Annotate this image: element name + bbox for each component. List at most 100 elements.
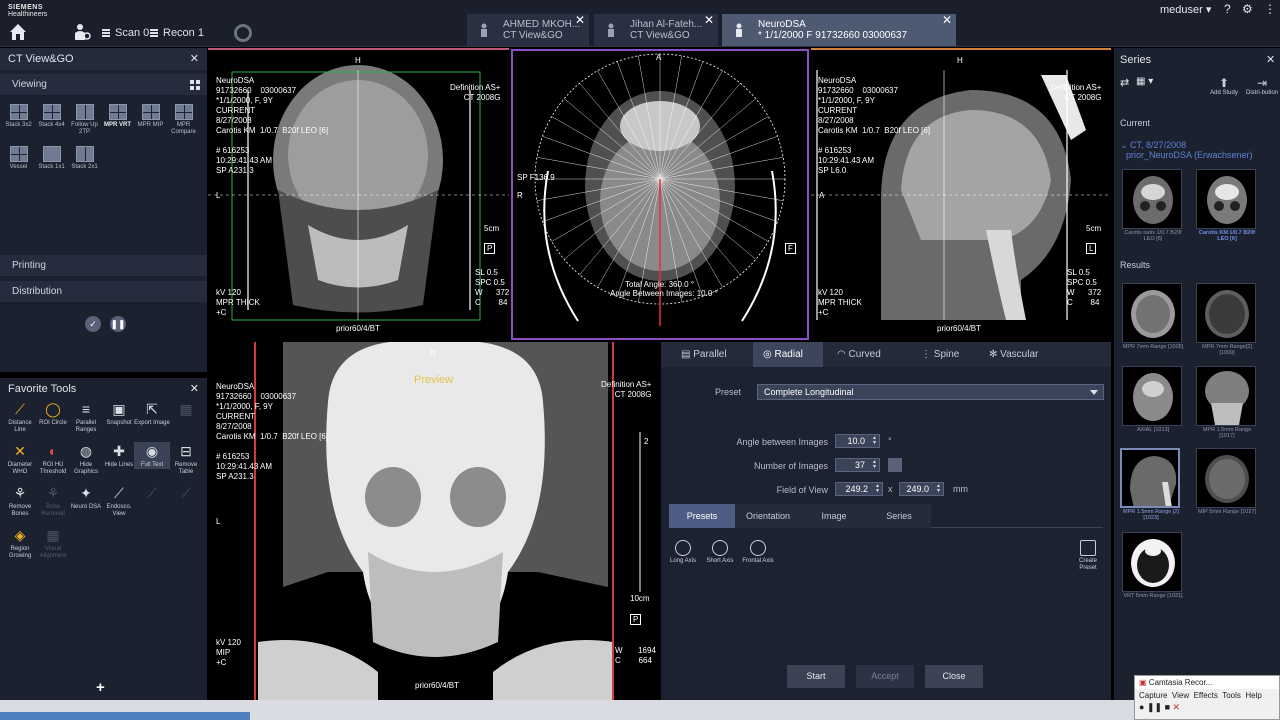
parallel-ranges-tool[interactable]: ≡ Parallel Ranges <box>68 400 104 434</box>
result-thumbnail[interactable]: MPR 7mm Range[2] [1009] <box>1196 283 1258 356</box>
pause-icon[interactable]: ❚❚ <box>1147 702 1162 712</box>
tab-presets[interactable]: Presets <box>669 504 735 528</box>
scan-button[interactable]: Scan 0 <box>102 27 149 39</box>
create-preset-button[interactable]: Create Preset <box>1071 540 1105 572</box>
close-icon[interactable]: ✕ <box>704 14 714 26</box>
tab-orientation[interactable]: Orientation <box>735 504 801 528</box>
layout-vessel[interactable]: Vessel <box>2 146 35 171</box>
stop-icon[interactable]: ■ <box>1165 702 1170 712</box>
patient-browser-icon[interactable] <box>72 22 92 42</box>
pause-icon[interactable]: ❚❚ <box>110 316 126 332</box>
add-tool-button[interactable]: + <box>96 679 105 696</box>
preset-long-axis[interactable]: Long Axis <box>666 540 700 565</box>
distance-line-tool[interactable]: ⟋ Distance Line <box>2 400 38 434</box>
viewport-coronal[interactable]: H L NeuroDSA 91732660 03000637 *1/1/2000… <box>208 48 509 340</box>
tab-radial[interactable]: ◎ Radial <box>753 342 823 367</box>
menu-view[interactable]: View <box>1172 691 1189 700</box>
close-icon[interactable]: ✕ <box>1266 53 1275 66</box>
roi-hu-threshold-tool[interactable]: ◐ ROI HU Threshold <box>35 442 71 476</box>
patient-tab-ahmed[interactable]: AHMED MKOH... CT View&GO ✕ <box>467 14 589 46</box>
result-thumbnail[interactable]: MPR 1.5mm Range [1017] <box>1196 366 1258 439</box>
viewport-axial[interactable]: A R SP F136.9 Total Angle: 360.0 ° Angle… <box>511 49 809 340</box>
layout-mpr-vrt[interactable]: MPR VRT <box>101 104 134 129</box>
view-mode-icon[interactable]: ▦ ▾ <box>1136 76 1153 87</box>
export-image-tool[interactable]: ⇱ Export Image <box>134 400 170 427</box>
tab-image[interactable]: Image <box>801 504 867 528</box>
result-thumbnail[interactable]: VRT 5mm Range [1031] <box>1122 532 1184 599</box>
help-icon[interactable]: ? <box>1224 2 1231 16</box>
layout-stack-4x4[interactable]: Stack 4x4 <box>35 104 68 129</box>
full-text-tool[interactable]: ◉ Full Text <box>134 442 170 469</box>
close-icon[interactable]: ✕ <box>942 14 952 26</box>
tab-vascular[interactable]: ✻ Vascular <box>989 342 1059 367</box>
hide-lines-tool[interactable]: ✚ Hide Lines <box>101 442 137 469</box>
layout-stack-2x1[interactable]: Stack 2x1 <box>68 146 101 171</box>
viewing-section[interactable]: Viewing <box>0 74 207 96</box>
home-icon[interactable] <box>8 22 28 42</box>
snapshot-tool[interactable]: ▣ Snapshot <box>101 400 137 427</box>
result-thumbnail[interactable]: MPR 7mm Range [1005] <box>1122 283 1184 350</box>
close-button[interactable]: Close <box>925 665 983 688</box>
remove-bones-tool[interactable]: ⚘ Remove Bones <box>2 484 38 518</box>
recorder-window[interactable]: ▣ Camtasia Recor... Capture View Effects… <box>1134 675 1280 720</box>
layout-mpr-mip[interactable]: MPR MIP <box>134 104 167 129</box>
layout-follow-up[interactable]: Follow Up 2TP <box>68 104 101 136</box>
menu-effects[interactable]: Effects <box>1194 691 1218 700</box>
orientation-cube[interactable]: L <box>1086 243 1097 254</box>
gear-icon[interactable]: ⚙ <box>1242 2 1253 16</box>
angle-stepper[interactable]: 10.0 ▲ ▼ <box>835 434 880 448</box>
patient-tab-jihan[interactable]: Jihan Al-Fateh... CT View&GO ✕ <box>594 14 718 46</box>
fov-x-stepper[interactable]: 249.2 ▲ ▼ <box>835 482 883 496</box>
endoscopic-view-tool[interactable]: ⟋ Endosco. View <box>101 484 137 518</box>
series-thumbnail[interactable]: Carotis nativ 1/0.7 B20f LEO [6] <box>1122 169 1184 242</box>
roi-circle-tool[interactable]: ◯ ROI Circle <box>35 400 71 427</box>
orientation-cube[interactable]: F <box>785 243 796 254</box>
menu-help[interactable]: Help <box>1245 691 1261 700</box>
hide-graphics-tool[interactable]: ◍ Hide Graphics <box>68 442 104 476</box>
orientation-cube[interactable]: P <box>630 614 642 625</box>
patient-tab-neurodsa[interactable]: NeuroDSA * 1/1/2000 F 91732660 03000637 … <box>722 14 956 46</box>
tab-parallel[interactable]: ▤ Parallel <box>681 342 751 367</box>
prior-study[interactable]: prior_NeuroDSA (Erwachsener) <box>1126 150 1253 160</box>
record-icon[interactable]: ● <box>1139 702 1144 712</box>
preset-short-axis[interactable]: Short Axis <box>703 540 737 565</box>
start-button[interactable]: Start <box>787 665 845 688</box>
layout-mpr-compare[interactable]: MPR Compare <box>167 104 200 136</box>
result-thumbnail-selected[interactable]: MPR 1.5mm Range [2] [1023] <box>1120 448 1182 521</box>
orientation-cube[interactable]: P <box>484 243 496 254</box>
confirm-icon[interactable]: ✓ <box>85 316 101 332</box>
close-icon[interactable]: ✕ <box>575 14 585 26</box>
preset-frontal-axis[interactable]: Frontal Axis <box>741 540 775 565</box>
preset-dropdown[interactable]: Complete Longitudinal <box>757 384 1104 400</box>
remove-table-tool[interactable]: ⊟ Remove Table <box>168 442 204 476</box>
series-thumbnail[interactable]: Carotis KM 1/0.7 B20f LEO [6] <box>1196 169 1258 242</box>
menu-tools[interactable]: Tools <box>1222 691 1241 700</box>
recon-button[interactable]: Recon 1 <box>150 27 204 39</box>
delete-icon[interactable]: ✕ <box>1173 702 1181 712</box>
close-icon[interactable]: ✕ <box>190 52 199 65</box>
fov-y-stepper[interactable]: 249.0 ▲ ▼ <box>899 482 944 496</box>
menu-capture[interactable]: Capture <box>1139 691 1167 700</box>
diameter-who-tool[interactable]: ✕ Diameter WHO <box>2 442 38 476</box>
system-menu-icon[interactable]: ⋮ <box>1264 2 1276 16</box>
close-icon[interactable]: ✕ <box>190 382 199 395</box>
lock-icon[interactable] <box>888 458 902 472</box>
layout-grid-icon[interactable] <box>190 80 200 90</box>
printing-section[interactable]: Printing <box>0 255 207 277</box>
distribution-button[interactable]: ⇥ Distri-bution <box>1244 76 1280 96</box>
region-growing-tool[interactable]: ◈ Region Growing <box>2 526 38 560</box>
layout-stack-1x1[interactable]: Stack 1x1 <box>35 146 68 171</box>
neuro-dsa-tool[interactable]: ✦ Neuro DSA <box>68 484 104 511</box>
count-stepper[interactable]: 37 ▲ ▼ <box>835 458 880 472</box>
tab-spine[interactable]: ⋮ Spine <box>921 342 981 367</box>
viewport-vrt[interactable]: H L Preview NeuroDSA 91732660 03000637 *… <box>208 342 659 700</box>
distribution-section[interactable]: Distribution <box>0 281 207 303</box>
viewport-sagittal[interactable]: H A NeuroDSA 91732660 03000637 *1/1/2000… <box>811 48 1111 340</box>
tab-curved[interactable]: ◠ Curved <box>837 342 907 367</box>
result-thumbnail[interactable]: MIP 5mm Range [1027] <box>1196 448 1258 515</box>
sort-icon[interactable]: ⇄ <box>1120 76 1129 89</box>
add-study-button[interactable]: ⬆ Add Study <box>1206 76 1242 96</box>
tab-series[interactable]: Series <box>867 504 931 528</box>
user-menu[interactable]: meduser ▾ <box>1160 3 1211 16</box>
layout-stack-3x2[interactable]: Stack 3x2 <box>2 104 35 129</box>
